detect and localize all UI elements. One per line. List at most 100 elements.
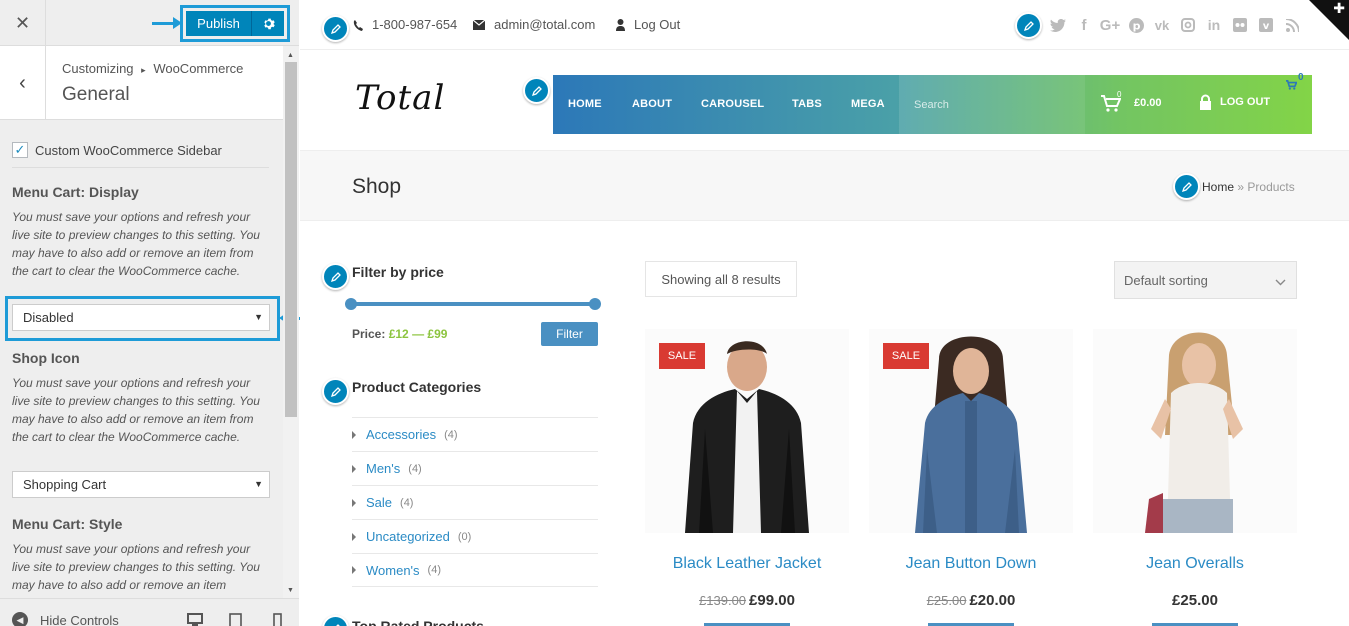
- product-name[interactable]: Black Leather Jacket: [645, 555, 849, 573]
- edit-pencil-icon[interactable]: [322, 378, 349, 405]
- product-image[interactable]: SALE: [645, 329, 849, 533]
- divider: [12, 167, 269, 168]
- scroll-down-icon[interactable]: ▼: [287, 587, 294, 594]
- caret-right-icon: [352, 566, 356, 574]
- customizer-header: ✕ Publish: [0, 0, 299, 46]
- category-item[interactable]: Sale (4): [352, 485, 598, 519]
- control-description: You must save your options and refresh y…: [12, 542, 260, 592]
- nav-about[interactable]: ABOUT: [632, 98, 672, 110]
- breadcrumb-home[interactable]: Home: [1202, 180, 1234, 194]
- hide-controls-button[interactable]: ◀ Hide Controls: [12, 612, 119, 626]
- vimeo-icon[interactable]: v: [1253, 14, 1279, 36]
- gear-icon[interactable]: [252, 11, 284, 36]
- customizer-breadcrumb: Customizing ▸ WooCommerce: [62, 61, 243, 76]
- phone-item: 1-800-987-654: [353, 17, 457, 32]
- breadcrumb-separator: »: [1237, 180, 1245, 194]
- cart-count: 0: [1117, 90, 1122, 99]
- rss-icon[interactable]: [1279, 14, 1305, 36]
- tablet-icon[interactable]: [229, 613, 242, 626]
- flickr-icon[interactable]: [1227, 14, 1253, 36]
- current-price: £25.00: [1172, 592, 1218, 609]
- phone-icon: [353, 19, 363, 31]
- logout-link[interactable]: Log Out: [616, 17, 680, 32]
- product-image[interactable]: SALE: [869, 329, 1073, 533]
- back-icon[interactable]: ‹: [0, 46, 46, 120]
- controls-list: ✓ Custom WooCommerce Sidebar Menu Cart: …: [0, 120, 283, 598]
- envelope-icon: [473, 19, 485, 30]
- cart-amount[interactable]: £0.00: [1134, 97, 1162, 109]
- pinterest-icon[interactable]: p: [1123, 14, 1149, 36]
- google-plus-icon[interactable]: G+: [1097, 14, 1123, 36]
- filter-button[interactable]: Filter: [541, 322, 598, 346]
- product-categories-title: Product Categories: [352, 379, 482, 395]
- current-price: £20.00: [969, 592, 1016, 609]
- edit-pencil-icon[interactable]: [322, 263, 349, 290]
- edit-pencil-icon[interactable]: [523, 77, 550, 104]
- breadcrumb-prefix: Customizing: [62, 61, 134, 76]
- edit-pencil-icon[interactable]: [322, 15, 349, 42]
- mini-cart-badge: 0: [1298, 72, 1304, 83]
- category-item[interactable]: Uncategorized (0): [352, 519, 598, 553]
- edit-pencil-icon[interactable]: [1173, 173, 1200, 200]
- product-card[interactable]: SALE Jean Button Down £25.00 £20.00: [869, 329, 1073, 626]
- slider-min-handle[interactable]: [345, 298, 357, 310]
- product-card[interactable]: SALE Black Leather Jacket £139.00 £99.00: [645, 329, 849, 626]
- twitter-icon[interactable]: [1045, 14, 1071, 36]
- scroll-up-icon[interactable]: ▲: [287, 52, 294, 59]
- slider-max-handle[interactable]: [589, 298, 601, 310]
- plus-icon[interactable]: ✚: [1333, 0, 1345, 17]
- instagram-icon[interactable]: [1175, 14, 1201, 36]
- desktop-icon[interactable]: [187, 613, 203, 626]
- scroll-thumb[interactable]: [285, 62, 297, 417]
- price-dash: —: [412, 327, 425, 341]
- publish-button[interactable]: Publish: [186, 11, 252, 36]
- shop-icon-select[interactable]: Shopping Cart ▼: [12, 471, 270, 498]
- breadcrumb-section: WooCommerce: [153, 61, 244, 76]
- nav-tabs[interactable]: TABS: [792, 98, 822, 110]
- product-card[interactable]: Jean Overalls £25.00: [1093, 329, 1297, 626]
- caret-right-icon: [352, 430, 356, 439]
- custom-sidebar-checkbox-row[interactable]: ✓ Custom WooCommerce Sidebar: [12, 142, 222, 158]
- category-name[interactable]: Uncategorized: [366, 529, 450, 544]
- scrollbar[interactable]: ▲ ▼: [283, 46, 299, 598]
- checkbox[interactable]: ✓: [12, 142, 28, 158]
- edit-pencil-icon[interactable]: [1015, 12, 1042, 39]
- page-title: Shop: [352, 175, 402, 198]
- category-item[interactable]: Accessories (4): [352, 417, 598, 451]
- category-item[interactable]: Women's (4): [352, 553, 598, 587]
- product-name[interactable]: Jean Button Down: [869, 555, 1073, 573]
- category-item[interactable]: Men's (4): [352, 451, 598, 485]
- nav-logout[interactable]: LOG OUT: [1220, 96, 1270, 108]
- page-header: Shop Home » Products: [300, 150, 1349, 221]
- category-name[interactable]: Accessories: [366, 427, 436, 442]
- site-logo[interactable]: Total: [355, 78, 445, 118]
- mini-cart-icon[interactable]: [1286, 77, 1298, 95]
- vk-icon[interactable]: vk: [1149, 14, 1175, 36]
- price-max: £99: [427, 327, 448, 341]
- close-icon[interactable]: ✕: [0, 0, 46, 46]
- category-name[interactable]: Women's: [366, 563, 420, 578]
- caret-right-icon: [352, 532, 356, 541]
- nav-search-input[interactable]: Search: [899, 75, 1085, 134]
- product-image[interactable]: [1093, 329, 1297, 533]
- nav-home[interactable]: HOME: [568, 98, 602, 110]
- facebook-icon[interactable]: f: [1071, 14, 1097, 36]
- top-rated-title: Top Rated Products: [352, 618, 484, 626]
- linkedin-icon[interactable]: in: [1201, 14, 1227, 36]
- sorting-select[interactable]: Default sorting: [1114, 261, 1297, 299]
- price-range-label: Price: £12 — £99: [352, 327, 447, 341]
- price-range-slider[interactable]: [345, 298, 601, 310]
- publish-highlight: Publish: [180, 5, 290, 42]
- nav-mega[interactable]: MEGA: [851, 98, 885, 110]
- price-prefix: Price:: [352, 327, 386, 341]
- chevron-down-icon: [1275, 274, 1286, 289]
- checkbox-label: Custom WooCommerce Sidebar: [35, 142, 222, 158]
- category-name[interactable]: Sale: [366, 495, 392, 510]
- category-name[interactable]: Men's: [366, 461, 400, 476]
- woman-overalls-illustration: [1093, 329, 1297, 533]
- nav-carousel[interactable]: CAROUSEL: [701, 98, 764, 110]
- mobile-icon[interactable]: [273, 613, 282, 626]
- product-name[interactable]: Jean Overalls: [1093, 555, 1297, 573]
- edit-pencil-icon[interactable]: [322, 615, 349, 626]
- customizer-footer: ◀ Hide Controls: [0, 598, 299, 626]
